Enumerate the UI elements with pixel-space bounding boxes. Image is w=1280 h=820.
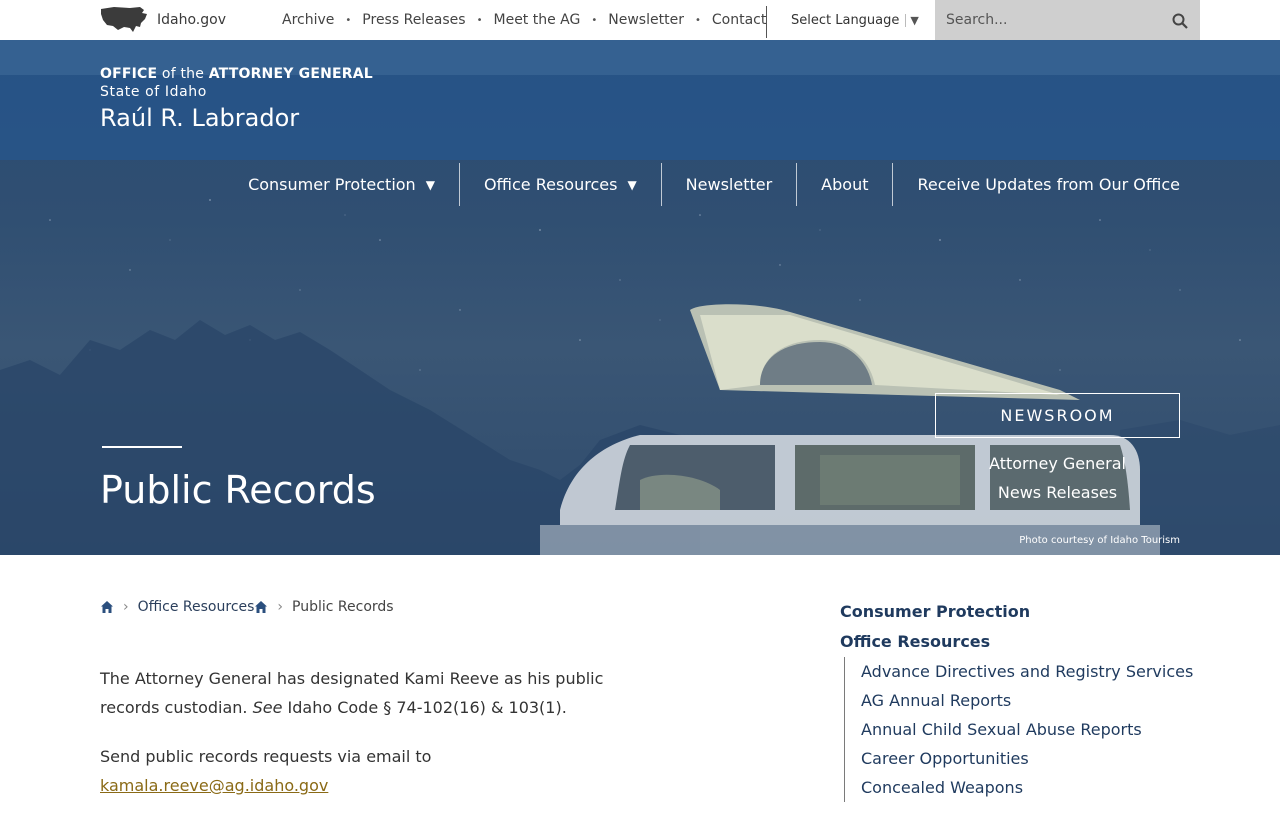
nav-separator: • (694, 14, 701, 26)
custodian-paragraph: The Attorney General has designated Kami… (100, 664, 660, 722)
language-select[interactable]: Select Language ▼ (791, 13, 919, 28)
search-box (935, 0, 1200, 40)
email-intro-text: Send public records requests via email t… (100, 747, 432, 766)
news-releases-line1: Attorney General (989, 454, 1126, 473)
breadcrumb-office-resources[interactable]: Office Resources (138, 599, 255, 615)
sidebar-item-careers[interactable]: Career Opportunities (861, 744, 1200, 773)
usa-map-icon (101, 7, 147, 32)
main-nav-label: Office Resources (483, 175, 618, 194)
sidebar-submenu: Advance Directives and Registry Services… (844, 657, 1200, 802)
idaho-gov-label: Idaho.gov (157, 12, 226, 28)
nav-meet-the-ag[interactable]: Meet the AG (494, 12, 581, 28)
nav-separator: • (591, 14, 598, 26)
idaho-gov-link[interactable]: Idaho.gov (100, 5, 226, 35)
main-nav-receive-updates[interactable]: Receive Updates from Our Office (892, 163, 1180, 206)
dropdown-arrow-icon: ▼ (425, 177, 435, 192)
main-nav-about[interactable]: About (796, 163, 892, 206)
main-nav-label: Consumer Protection (248, 175, 416, 194)
breadcrumb: › Office Resources › Public Records (100, 599, 394, 615)
title-rule (102, 446, 182, 448)
utility-nav: Archive • Press Releases • Meet the AG •… (282, 0, 766, 40)
idaho-code-text: Idaho Code § 74-102(16) & 103(1). (282, 698, 567, 717)
search-icon[interactable] (1172, 13, 1188, 29)
state-name: State of Idaho (100, 84, 207, 100)
newsroom-button[interactable]: NEWSROOM (935, 393, 1180, 438)
email-paragraph: Send public records requests via email t… (100, 742, 660, 800)
sidebar-consumer-protection[interactable]: Consumer Protection (840, 597, 1200, 627)
main-nav-label: Newsletter (685, 175, 773, 194)
of-the-text: of the (157, 66, 209, 82)
main-nav: Consumer Protection ▼ Office Resources ▼… (224, 163, 1180, 206)
nav-separator: • (476, 14, 483, 26)
search-input[interactable] (935, 0, 1155, 40)
main-nav-office-resources[interactable]: Office Resources ▼ (458, 163, 661, 206)
nav-contact[interactable]: Contact (712, 12, 766, 28)
sidebar-item-annual-reports[interactable]: AG Annual Reports (861, 686, 1200, 715)
sidebar-office-resources[interactable]: Office Resources (840, 627, 1200, 657)
sidebar-item-advance-directives[interactable]: Advance Directives and Registry Services (861, 657, 1200, 686)
home-icon[interactable] (100, 600, 114, 614)
custodian-email-link[interactable]: kamala.reeve@ag.idaho.gov (100, 776, 328, 795)
dropdown-arrow-icon: ▼ (627, 177, 637, 192)
top-utility-bar: Idaho.gov Archive • Press Releases • Mee… (0, 0, 1280, 40)
nav-newsletter[interactable]: Newsletter (608, 12, 684, 28)
main-nav-label: About (821, 175, 869, 194)
home-icon[interactable] (254, 600, 268, 614)
see-text: See (252, 698, 283, 717)
chevron-right-icon: › (277, 599, 284, 615)
photo-credit: Photo courtesy of Idaho Tourism (1019, 535, 1180, 546)
main-nav-consumer-protection[interactable]: Consumer Protection ▼ (224, 163, 459, 206)
topbar-divider (766, 6, 767, 38)
breadcrumb-current: Public Records (292, 599, 394, 615)
main-nav-label: Receive Updates from Our Office (917, 175, 1180, 194)
site-header: OFFICE of the ATTORNEY GENERAL State of … (0, 40, 1280, 160)
page-title: Public Records (100, 468, 376, 512)
site-brand[interactable]: OFFICE of the ATTORNEY GENERAL State of … (100, 66, 373, 132)
nav-archive[interactable]: Archive (282, 12, 334, 28)
chevron-down-icon: ▼ (905, 14, 919, 27)
news-releases-link[interactable]: Attorney General News Releases (935, 449, 1180, 507)
sidebar-item-child-abuse-reports[interactable]: Annual Child Sexual Abuse Reports (861, 715, 1200, 744)
main-content: The Attorney General has designated Kami… (100, 664, 660, 820)
office-word: OFFICE (100, 66, 158, 82)
ag-name: Raúl R. Labrador (100, 104, 300, 132)
language-label: Select Language (791, 13, 900, 28)
main-nav-newsletter[interactable]: Newsletter (660, 163, 797, 206)
nav-press-releases[interactable]: Press Releases (362, 12, 465, 28)
chevron-right-icon: › (123, 599, 129, 615)
hero-banner: OFFICE of the ATTORNEY GENERAL State of … (0, 40, 1280, 555)
sidebar-nav: Consumer Protection Office Resources Adv… (840, 597, 1200, 802)
sidebar-item-concealed-weapons[interactable]: Concealed Weapons (861, 773, 1200, 802)
news-releases-line2: News Releases (997, 483, 1118, 502)
ag-word: ATTORNEY GENERAL (208, 66, 373, 82)
office-title: OFFICE of the ATTORNEY GENERAL (100, 66, 373, 82)
nav-separator: • (345, 14, 352, 26)
